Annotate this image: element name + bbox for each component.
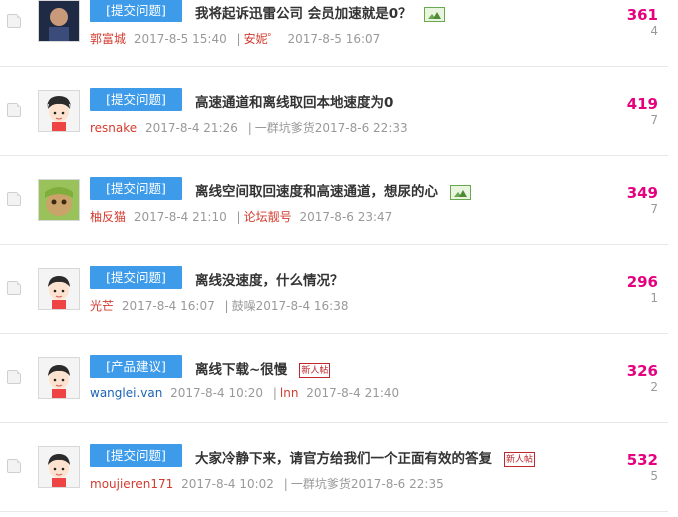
thread-title[interactable]: 离线没速度，什么情况？ [195, 269, 344, 289]
thread-meta: moujieren171 2017-8-4 10:02 | 一群坑爹货2017-8… [90, 475, 444, 492]
thread-title[interactable]: 大家冷静下来，请官方给我们一个正面有效的答复 新人帖 [195, 447, 536, 467]
reply-count: 7 [650, 113, 658, 127]
thread-author[interactable]: 光芒 [90, 299, 114, 313]
thread-author[interactable]: 郭富城 [90, 32, 126, 46]
post-time: 2017-8-4 21:26 [145, 121, 238, 135]
avatar[interactable] [38, 357, 80, 399]
avatar[interactable] [38, 179, 80, 221]
thread-row[interactable]: [提交问题] 离线空间取回速度和高速通道，想尿的心 柚反猫 2017-8-4 2… [0, 156, 668, 245]
thread-status-icon [7, 192, 21, 206]
thread-meta: 光芒 2017-8-4 16:07 | 鼓噪2017-8-4 16:38 [90, 297, 348, 314]
thread-category-tag[interactable]: [产品建议] [90, 355, 182, 378]
thread-title-text[interactable]: 离线下载~很慢 [195, 362, 287, 378]
thread-row[interactable]: [提交问题] 大家冷静下来，请官方给我们一个正面有效的答复 新人帖 moujier… [0, 423, 668, 512]
thread-title[interactable]: 离线空间取回速度和高速通道，想尿的心 [195, 180, 471, 200]
thread-category-tag[interactable]: [提交问题] [90, 0, 182, 22]
newbie-post-badge: 新人帖 [504, 451, 536, 467]
image-attachment-icon [450, 184, 471, 200]
meta-separator: | [247, 121, 252, 135]
thread-title-text[interactable]: 大家冷静下来，请官方给我们一个正面有效的答复 [195, 451, 492, 467]
thread-row[interactable]: [提交问题] 我将起诉迅雷公司 会员加速就是0？ 郭富城 2017-8-5 15… [0, 0, 668, 67]
thread-title-text[interactable]: 高速通道和离线取回本地速度为0 [195, 95, 393, 111]
thread-row[interactable]: [提交问题] 离线没速度，什么情况？ 光芒 2017-8-4 16:07 | 鼓噪… [0, 245, 668, 334]
last-reply-time: 2017-8-6 22:33 [314, 121, 408, 135]
thread-meta: 柚反猫 2017-8-4 21:10 | 论坛靓号 2017-8-6 23:47 [90, 208, 392, 225]
thread-title-text[interactable]: 离线没速度，什么情况？ [195, 273, 344, 289]
avatar[interactable] [38, 0, 80, 42]
meta-separator: | [236, 32, 241, 46]
last-reply-time: 2017-8-5 16:07 [287, 32, 381, 46]
thread-status-icon [7, 14, 21, 28]
reply-count: 1 [650, 291, 658, 305]
thread-title-text[interactable]: 我将起诉迅雷公司 会员加速就是0？ [195, 6, 412, 22]
view-count: 419 [626, 95, 658, 113]
reply-count: 7 [650, 202, 658, 216]
reply-count: 4 [650, 24, 658, 38]
meta-separator: | [272, 386, 277, 400]
thread-row[interactable]: [产品建议] 离线下载~很慢 新人帖 wanglei.van 2017-8-4 1… [0, 334, 668, 423]
post-time: 2017-8-4 16:07 [121, 299, 215, 313]
thread-row[interactable]: [提交问题] 高速通道和离线取回本地速度为0 resnake 2017-8-4 … [0, 67, 668, 156]
thread-author[interactable]: 柚反猫 [90, 210, 126, 224]
meta-separator: | [224, 299, 229, 313]
last-reply-time: 2017-8-6 22:35 [350, 477, 444, 491]
last-replier[interactable]: 安妮゜ [244, 32, 280, 46]
thread-status-icon [7, 459, 21, 473]
thread-author[interactable]: moujieren171 [90, 477, 173, 491]
thread-author[interactable]: wanglei.van [90, 386, 162, 400]
last-reply-time: 2017-8-4 21:40 [306, 386, 400, 400]
last-replier[interactable]: lnn [280, 386, 299, 400]
avatar[interactable] [38, 446, 80, 488]
thread-category-tag[interactable]: [提交问题] [90, 266, 182, 289]
thread-status-icon [7, 281, 21, 295]
thread-title-text[interactable]: 离线空间取回速度和高速通道，想尿的心 [195, 184, 438, 200]
meta-separator: | [236, 210, 241, 224]
post-time: 2017-8-4 10:20 [170, 386, 264, 400]
avatar[interactable] [38, 268, 80, 310]
post-time: 2017-8-5 15:40 [133, 32, 227, 46]
last-replier[interactable]: 论坛靓号 [244, 210, 292, 224]
last-replier[interactable]: 一群坑爹货 [291, 477, 351, 491]
view-count: 532 [626, 451, 658, 469]
post-time: 2017-8-4 21:10 [133, 210, 227, 224]
thread-meta: resnake 2017-8-4 21:26 | 一群坑爹货2017-8-6 22… [90, 119, 408, 136]
view-count: 349 [626, 184, 658, 202]
last-replier[interactable]: 一群坑爹货 [255, 121, 315, 135]
newbie-post-badge: 新人帖 [299, 362, 331, 378]
thread-title[interactable]: 离线下载~很慢 新人帖 [195, 358, 331, 378]
thread-category-tag[interactable]: [提交问题] [90, 88, 182, 111]
thread-author[interactable]: resnake [90, 121, 137, 135]
last-reply-time: 2017-8-4 16:38 [255, 299, 349, 313]
view-count: 296 [626, 273, 658, 291]
last-reply-time: 2017-8-6 23:47 [299, 210, 393, 224]
thread-meta: wanglei.van 2017-8-4 10:20 | lnn 2017-8-4… [90, 386, 399, 400]
thread-title[interactable]: 高速通道和离线取回本地速度为0 [195, 91, 393, 111]
post-time: 2017-8-4 10:02 [181, 477, 274, 491]
thread-title[interactable]: 我将起诉迅雷公司 会员加速就是0？ [195, 2, 445, 22]
thread-category-tag[interactable]: [提交问题] [90, 177, 182, 200]
image-attachment-icon [423, 6, 445, 22]
thread-list: [提交问题] 我将起诉迅雷公司 会员加速就是0？ 郭富城 2017-8-5 15… [0, 0, 678, 517]
reply-count: 2 [650, 380, 658, 394]
meta-separator: | [283, 477, 288, 491]
avatar[interactable] [38, 90, 80, 132]
view-count: 326 [626, 362, 658, 380]
thread-status-icon [7, 103, 21, 117]
thread-meta: 郭富城 2017-8-5 15:40 | 安妮゜ 2017-8-5 16:07 [90, 30, 380, 47]
reply-count: 5 [650, 469, 658, 483]
thread-status-icon [7, 370, 21, 384]
thread-category-tag[interactable]: [提交问题] [90, 444, 182, 467]
view-count: 361 [626, 6, 658, 24]
last-replier[interactable]: 鼓噪 [232, 299, 256, 313]
